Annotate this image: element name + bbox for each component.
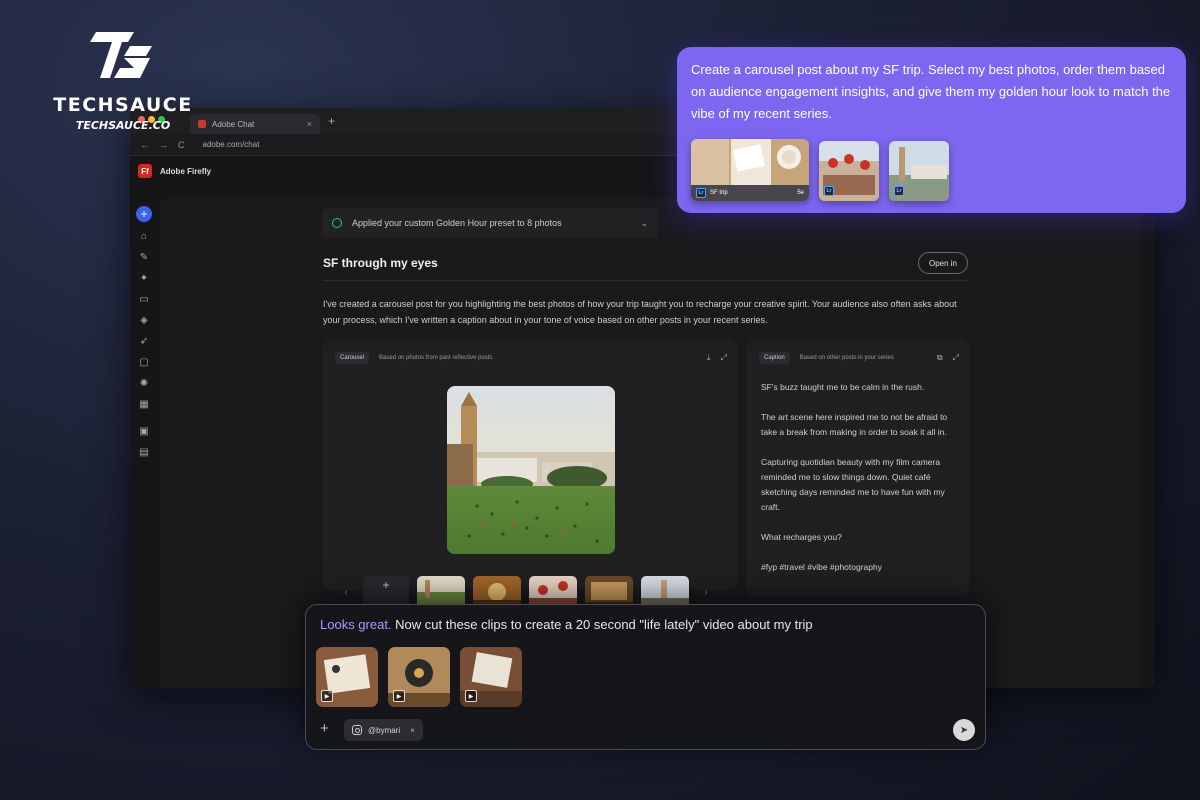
carousel-header: Carousel Based on photos from past refle…: [323, 340, 737, 364]
play-icon: ▶: [321, 690, 333, 702]
chat-icon[interactable]: ▭: [138, 294, 150, 306]
carousel-chip: Carousel: [335, 352, 370, 364]
caption-text: SF's buzz taught me to be calm in the ru…: [761, 380, 961, 590]
browser-tab[interactable]: Adobe Chat ×: [190, 114, 320, 134]
divider: [323, 280, 969, 281]
techsauce-watermark: TECHSAUCE TECHSAUCE.CO: [48, 24, 198, 132]
prompt-text: Create a carousel post about my SF trip.…: [691, 62, 1171, 121]
album-name: SF trip: [710, 190, 728, 196]
send-button[interactable]: ➤: [953, 719, 975, 741]
attached-photo[interactable]: Lr: [819, 141, 879, 201]
brand-url: TECHSAUCE.CO: [75, 119, 171, 132]
carousel-subtitle: Based on photos from past reflective pos…: [379, 355, 493, 361]
account-chip[interactable]: @bymari ×: [344, 719, 423, 741]
caption-card: Caption Based on other posts in your ser…: [747, 340, 969, 598]
check-circle-icon: [332, 218, 342, 228]
download-icon[interactable]: ⤓: [707, 353, 711, 363]
copy-icon[interactable]: ⧉: [937, 353, 943, 363]
favicon-icon: [198, 120, 206, 128]
open-in-button[interactable]: Open in: [918, 252, 968, 274]
app-title: Adobe Firefly: [160, 166, 212, 176]
image-icon[interactable]: ▤: [138, 447, 150, 459]
carousel-main-photo[interactable]: [447, 386, 615, 554]
caption-hashtags: #fyp #travel #vibe #photography: [761, 562, 882, 572]
play-icon: ▶: [465, 690, 477, 702]
chevron-down-icon[interactable]: ⌄: [640, 218, 648, 229]
lightroom-icon: Lr: [824, 186, 834, 196]
chat-input-accent-text: Looks great.: [320, 617, 392, 632]
firefly-logo-icon: Ff: [138, 164, 152, 178]
instagram-icon: [352, 725, 362, 735]
folder-icon[interactable]: ▢: [138, 357, 150, 369]
carousel-card: Carousel Based on photos from past refle…: [323, 340, 737, 608]
sparkle-icon[interactable]: ✦: [138, 273, 150, 285]
new-tab-button[interactable]: +: [328, 114, 335, 128]
tab-title: Adobe Chat: [212, 119, 255, 129]
play-icon: ▶: [393, 690, 405, 702]
attached-photo[interactable]: Lr: [889, 141, 949, 201]
forward-icon[interactable]: →: [159, 140, 168, 150]
carousel-prev-icon[interactable]: ‹: [337, 587, 355, 598]
caption-subtitle: Based on other posts in your series: [799, 355, 894, 361]
edit-icon[interactable]: ✎: [138, 252, 150, 264]
lightroom-icon: Lr: [696, 188, 706, 198]
techsauce-logo-icon: [90, 32, 152, 78]
sf-trip-album[interactable]: Lr SF trip 5e: [691, 139, 809, 201]
tag-icon[interactable]: ◈: [138, 315, 150, 327]
video-clip[interactable]: ▶: [388, 647, 450, 707]
expand-icon[interactable]: ⤢: [953, 353, 959, 363]
photoshop-icon[interactable]: ▣: [138, 426, 150, 438]
caption-paragraph: The art scene here inspired me to not be…: [761, 412, 948, 437]
account-handle: @bymari: [368, 725, 401, 735]
url-field[interactable]: adobe.com/chat: [203, 140, 260, 149]
album-label: Lr SF trip 5e: [691, 185, 809, 201]
user-prompt-bubble: Create a carousel post about my SF trip.…: [677, 47, 1186, 213]
left-sidebar: + ⌂ ✎ ✦ ▭ ◈ ➶ ▢ ✺ ▦ ▣ ▤: [130, 204, 158, 688]
caption-header: Caption Based on other posts in your ser…: [747, 340, 969, 364]
applied-status-text: Applied your custom Golden Hour preset t…: [352, 218, 562, 228]
back-icon[interactable]: ←: [140, 140, 149, 150]
caption-paragraph: What recharges you?: [761, 532, 842, 542]
settings-icon[interactable]: ✺: [138, 378, 150, 390]
new-chat-button[interactable]: +: [136, 206, 152, 222]
chat-input-box[interactable]: Looks great. Now cut these clips to crea…: [305, 604, 986, 750]
attached-clips: ▶ ▶ ▶: [316, 647, 522, 707]
result-description: I've created a carousel post for you hig…: [323, 299, 957, 325]
caption-paragraph: Capturing quotidian beauty with my film …: [761, 457, 945, 512]
expand-icon[interactable]: ⤢: [721, 353, 727, 363]
video-clip[interactable]: ▶: [316, 647, 378, 707]
prompt-attachments: Lr SF trip 5e Lr Lr: [691, 139, 1172, 201]
lightroom-icon: Lr: [894, 186, 904, 196]
chat-input-text[interactable]: Looks great. Now cut these clips to crea…: [320, 617, 813, 632]
applied-preset-status[interactable]: Applied your custom Golden Hour preset t…: [322, 208, 658, 238]
carousel-next-icon[interactable]: ›: [697, 587, 715, 598]
album-count: 5e: [797, 190, 804, 196]
brand-name: TECHSAUCE: [53, 94, 193, 116]
remove-account-icon[interactable]: ×: [410, 726, 415, 735]
result-title: SF through my eyes: [323, 256, 438, 270]
tab-close-icon[interactable]: ×: [307, 119, 312, 129]
caption-chip: Caption: [759, 352, 790, 364]
chat-input-message: Now cut these clips to create a 20 secon…: [391, 617, 813, 632]
add-attachment-button[interactable]: +: [320, 720, 329, 737]
reload-icon[interactable]: C: [178, 140, 185, 150]
grid-icon[interactable]: ▦: [138, 399, 150, 411]
rocket-icon[interactable]: ➶: [138, 336, 150, 348]
caption-paragraph: SF's buzz taught me to be calm in the ru…: [761, 382, 925, 392]
home-icon[interactable]: ⌂: [138, 231, 150, 243]
video-clip[interactable]: ▶: [460, 647, 522, 707]
